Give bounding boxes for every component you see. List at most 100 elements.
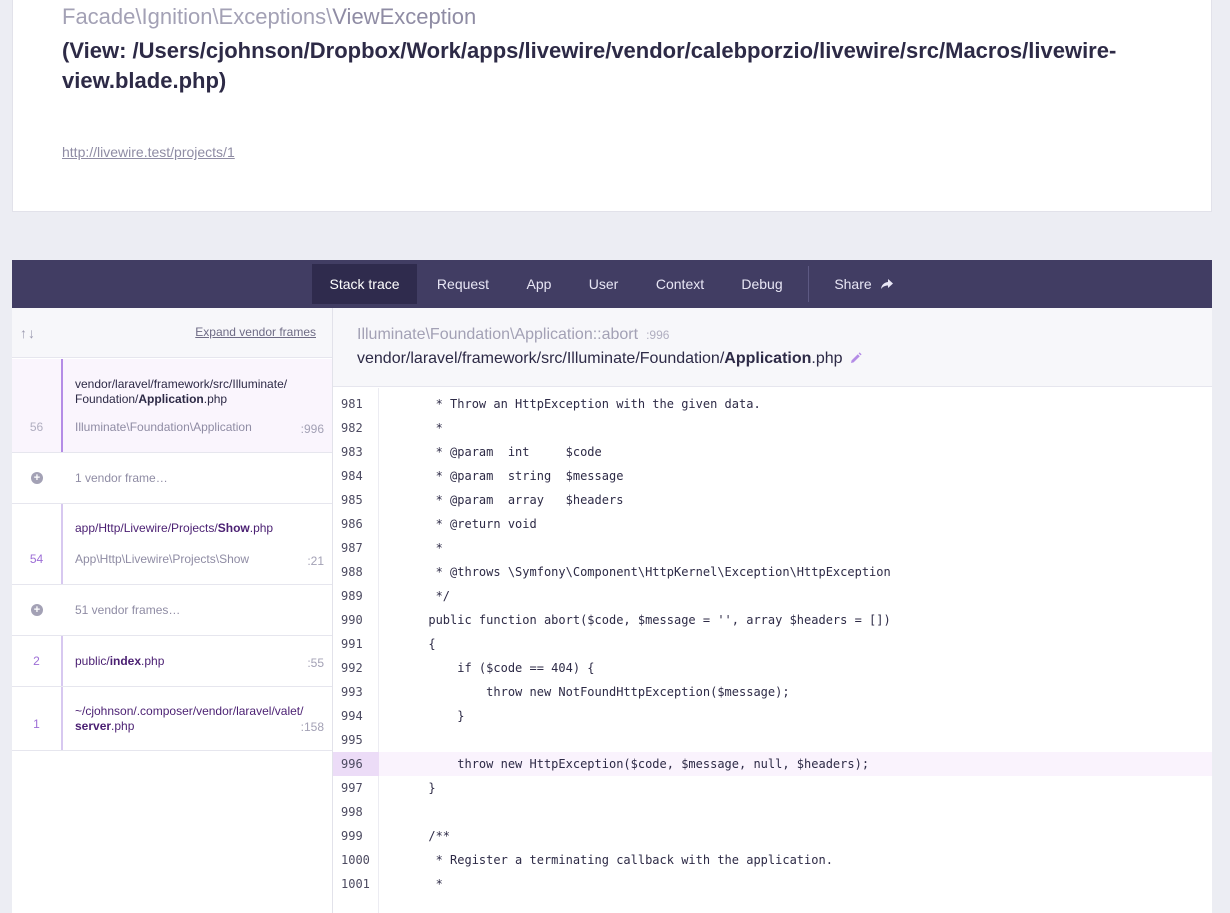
- line-number[interactable]: 989: [333, 584, 379, 608]
- tab-user[interactable]: User: [577, 264, 630, 304]
- code-text: *: [385, 421, 443, 435]
- frame-path-dir: ~/cjohnson/.composer/vendor/laravel/vale…: [75, 704, 304, 718]
- stack-frame[interactable]: 1 ~/cjohnson/.composer/vendor/laravel/va…: [12, 687, 332, 751]
- error-panel: Stack trace Request App User Context Deb…: [12, 260, 1212, 913]
- tab-request[interactable]: Request: [425, 264, 501, 304]
- plus-circle-icon: +: [31, 472, 43, 484]
- code-line: 985 * @param array $headers: [333, 488, 1212, 512]
- line-number[interactable]: 983: [333, 440, 379, 464]
- share-label: Share: [834, 276, 872, 292]
- frame-indicator: [61, 453, 63, 503]
- expand-vendor-frames-link[interactable]: Expand vendor frames: [195, 325, 316, 339]
- code-text: if ($code == 404) {: [385, 661, 595, 675]
- frame-signature-method: ::abort: [592, 326, 639, 343]
- line-number[interactable]: 985: [333, 488, 379, 512]
- line-number[interactable]: 999: [333, 824, 379, 848]
- sort-arrows-icon[interactable]: ↑↓: [20, 325, 36, 341]
- frame-path: public/index.php: [75, 654, 320, 669]
- tab-context[interactable]: Context: [641, 264, 719, 304]
- exception-class: Facade\Ignition\Exceptions\ViewException: [62, 4, 476, 30]
- vendor-frames-label: 1 vendor frame…: [75, 471, 168, 485]
- code-text: * @param array $headers: [385, 493, 624, 507]
- frame-header: Illuminate\Foundation\Application::abort…: [333, 308, 1212, 387]
- line-number[interactable]: 995: [333, 728, 379, 752]
- line-number[interactable]: 987: [333, 536, 379, 560]
- line-number[interactable]: 997: [333, 776, 379, 800]
- code-line: 986 * @return void: [333, 512, 1212, 536]
- sidebar-toolbar: ↑↓ Expand vendor frames: [12, 308, 332, 358]
- exception-message: (View: /Users/cjohnson/Dropbox/Work/apps…: [62, 38, 1117, 93]
- exception-namespace: Facade\Ignition\Exceptions\: [62, 4, 333, 29]
- line-number[interactable]: 982: [333, 416, 379, 440]
- code-text: * @return void: [385, 517, 537, 531]
- code-line: 1001 *: [333, 872, 1212, 896]
- exception-name: ViewException: [332, 4, 477, 29]
- line-number[interactable]: 986: [333, 512, 379, 536]
- code-text: throw new HttpException($code, $message,…: [385, 757, 870, 771]
- frame-number: 56: [29, 420, 44, 434]
- code-snippet: 981 * Throw an HttpException with the gi…: [333, 388, 1212, 913]
- frame-path-ext: .php: [141, 654, 165, 668]
- line-number[interactable]: 996: [333, 752, 379, 776]
- frame-line: :21: [307, 554, 324, 568]
- code-text: throw new NotFoundHttpException($message…: [385, 685, 790, 699]
- code-line: 1000 * Register a terminating callback w…: [333, 848, 1212, 872]
- code-text: *: [385, 541, 443, 555]
- request-url-link[interactable]: http://livewire.test/projects/1: [62, 144, 235, 160]
- vendor-frames-group[interactable]: + 51 vendor frames…: [12, 585, 332, 636]
- line-number[interactable]: 990: [333, 608, 379, 632]
- stack-frame[interactable]: 54 app/Http/Livewire/Projects/Show.php A…: [12, 504, 332, 585]
- code-text: }: [385, 709, 465, 723]
- code-text: /**: [385, 829, 451, 843]
- frame-path-ext: .php: [249, 521, 274, 535]
- frame-path-file: Show: [217, 521, 250, 535]
- code-line: 987 *: [333, 536, 1212, 560]
- frame-path-file: server: [75, 719, 112, 733]
- line-number[interactable]: 988: [333, 560, 379, 584]
- exception-header: Facade\Ignition\Exceptions\ViewException…: [12, 0, 1212, 212]
- highlighted-code-line: 996 throw new HttpException($code, $mess…: [333, 752, 1212, 776]
- line-number[interactable]: 984: [333, 464, 379, 488]
- code-text: * @throws \Symfony\Component\HttpKernel\…: [385, 565, 891, 579]
- frame-file-ext: .php: [811, 350, 843, 367]
- frame-signature-ns: Illuminate\Foundation\: [357, 326, 515, 343]
- code-text: * @param string $message: [385, 469, 624, 483]
- tab-app[interactable]: App: [511, 264, 567, 304]
- vendor-frames-group[interactable]: + 1 vendor frame…: [12, 453, 332, 504]
- stack-frame[interactable]: 56 vendor/laravel/framework/src/Illumina…: [12, 359, 332, 453]
- stack-frame[interactable]: 2 public/index.php :55: [12, 636, 332, 687]
- tab-bar: Stack trace Request App User Context Deb…: [12, 260, 1212, 308]
- line-number[interactable]: 998: [333, 800, 379, 824]
- frame-number: 1: [33, 717, 40, 731]
- code-text: * Register a terminating callback with t…: [385, 853, 833, 867]
- frame-path: vendor/laravel/framework/src/Illuminate/…: [75, 377, 320, 407]
- code-text: }: [385, 781, 436, 795]
- code-text: * Throw an HttpException with the given …: [385, 397, 761, 411]
- code-line: 981 * Throw an HttpException with the gi…: [333, 392, 1212, 416]
- line-number[interactable]: 1001: [333, 872, 379, 896]
- tab-stack-trace[interactable]: Stack trace: [312, 264, 417, 304]
- frame-path-ext: .php: [203, 392, 228, 406]
- code-line: 991 {: [333, 632, 1212, 656]
- line-number[interactable]: 992: [333, 656, 379, 680]
- code-line: 983 * @param int $code: [333, 440, 1212, 464]
- frame-path-dir: app/Http/Livewire/Projects/: [75, 521, 218, 535]
- line-number[interactable]: 994: [333, 704, 379, 728]
- vendor-frames-label: 51 vendor frames…: [75, 603, 181, 617]
- code-line: 999 /**: [333, 824, 1212, 848]
- code-line: 995: [333, 728, 1212, 752]
- line-number[interactable]: 1000: [333, 848, 379, 872]
- line-number[interactable]: 981: [333, 392, 379, 416]
- pencil-icon[interactable]: [849, 352, 862, 370]
- frame-class-name: Application: [193, 420, 252, 434]
- code-line: 989 */: [333, 584, 1212, 608]
- frame-file-path: vendor/laravel/framework/src/Illuminate/…: [357, 350, 862, 370]
- line-number[interactable]: 993: [333, 680, 379, 704]
- code-text: public function abort($code, $message = …: [385, 613, 891, 627]
- tab-share[interactable]: Share: [822, 264, 906, 304]
- code-line: 990 public function abort($code, $messag…: [333, 608, 1212, 632]
- frame-class: App\Http\Livewire\Projects\Show: [75, 552, 249, 566]
- frame-line: :55: [307, 656, 324, 670]
- tab-debug[interactable]: Debug: [729, 264, 795, 304]
- line-number[interactable]: 991: [333, 632, 379, 656]
